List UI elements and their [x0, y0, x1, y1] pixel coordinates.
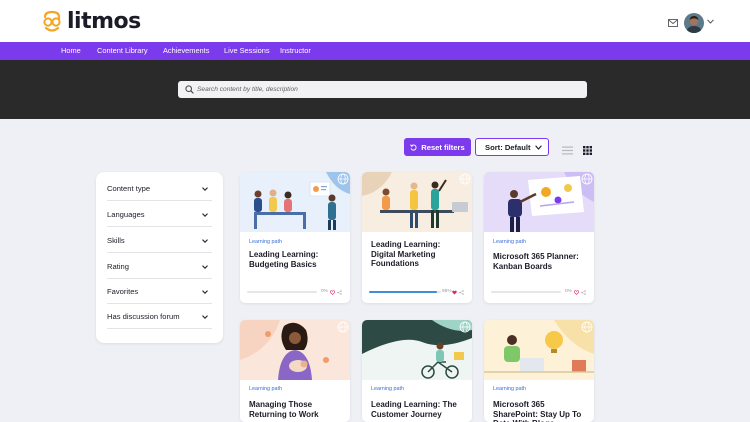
card-title: Leading Learning: Digital Marketing Foun… — [371, 240, 441, 269]
chevron-down-icon — [202, 239, 208, 243]
filter-favorites[interactable]: Favorites — [107, 279, 212, 304]
card-thumbnail — [362, 320, 472, 380]
card-thumbnail — [240, 172, 350, 232]
filter-has-discussion-forum[interactable]: Has discussion forum — [107, 304, 212, 329]
card-title: Microsoft 365 SharePoint: Stay Up To Dat… — [493, 400, 582, 422]
chevron-down-icon — [202, 213, 208, 217]
search-bar — [178, 81, 587, 98]
sort-dropdown[interactable]: Sort: Default — [475, 138, 549, 156]
globe-icon — [581, 173, 593, 185]
top-bar: litmos — [0, 0, 750, 42]
card-title: Leading Learning: Budgeting Basics — [249, 250, 319, 269]
heart-icon[interactable] — [330, 290, 335, 295]
reset-icon — [410, 143, 417, 151]
globe-icon — [459, 321, 471, 333]
nav-item-content-library[interactable]: Content Library — [97, 42, 148, 60]
chevron-down-icon — [535, 145, 542, 150]
list-view-icon[interactable] — [562, 146, 573, 155]
filter-languages[interactable]: Languages — [107, 202, 212, 227]
progress-bar — [247, 291, 317, 293]
progress-text: 0% — [565, 289, 572, 294]
nav-item-achievements[interactable]: Achievements — [163, 42, 209, 60]
search-input[interactable] — [197, 83, 577, 96]
progress-text: 95% — [442, 289, 452, 294]
globe-icon — [581, 321, 593, 333]
grid-view-icon[interactable] — [583, 146, 592, 155]
filter-panel: Content type Languages Skills Rating Fav… — [96, 172, 223, 343]
filter-label: Content type — [107, 184, 151, 193]
card-type: Learning path — [493, 239, 526, 245]
filter-rating[interactable]: Rating — [107, 254, 212, 279]
card-thumbnail — [484, 172, 594, 232]
content-card[interactable]: Learning path Managing Those Returning t… — [240, 320, 350, 422]
nav-item-instructor[interactable]: Instructor — [280, 42, 311, 60]
filter-skills[interactable]: Skills — [107, 228, 212, 253]
reset-filters-label: Reset filters — [421, 142, 465, 152]
share-icon[interactable] — [581, 290, 586, 295]
filter-label: Skills — [107, 236, 125, 245]
heart-icon[interactable] — [574, 290, 579, 295]
card-title: Leading Learning: The Customer Journey — [371, 400, 457, 419]
chevron-down-icon[interactable] — [707, 19, 714, 24]
share-icon[interactable] — [337, 290, 342, 295]
main-nav: Home Content Library Achievements Live S… — [0, 42, 750, 60]
content-card[interactable]: Learning path Microsoft 365 Planner: Kan… — [484, 172, 594, 303]
globe-icon — [337, 321, 349, 333]
card-type: Learning path — [249, 239, 282, 245]
filter-content-type[interactable]: Content type — [107, 176, 212, 201]
logo-icon — [43, 10, 61, 32]
search-icon — [185, 85, 194, 94]
chevron-down-icon — [202, 187, 208, 191]
chevron-down-icon — [202, 265, 208, 269]
filter-label: Languages — [107, 210, 145, 219]
mail-icon[interactable] — [668, 19, 678, 27]
sort-label: Sort: Default — [485, 142, 531, 152]
progress-bar — [491, 291, 561, 293]
card-title: Microsoft 365 Planner: Kanban Boards — [493, 252, 579, 271]
globe-icon — [337, 173, 349, 185]
filter-label: Favorites — [107, 287, 139, 296]
search-banner — [0, 60, 750, 119]
content-card[interactable]: Leading Learning: Digital Marketing Foun… — [362, 172, 472, 303]
brand-name: litmos — [67, 9, 141, 34]
card-type: Learning path — [371, 386, 404, 392]
card-thumbnail — [362, 172, 472, 232]
filter-label: Has discussion forum — [107, 312, 180, 321]
avatar[interactable] — [684, 13, 704, 33]
progress-text: 0% — [321, 289, 328, 294]
card-thumbnail — [240, 320, 350, 380]
reset-filters-button[interactable]: Reset filters — [404, 138, 471, 156]
progress-bar — [369, 291, 441, 293]
content-card[interactable]: Learning path Microsoft 365 SharePoint: … — [484, 320, 594, 422]
content-card[interactable]: Learning path Leading Learning: The Cust… — [362, 320, 472, 422]
card-title: Managing Those Returning to Work — [249, 400, 319, 419]
nav-item-home[interactable]: Home — [61, 42, 81, 60]
nav-item-live-sessions[interactable]: Live Sessions — [224, 42, 270, 60]
chevron-down-icon — [202, 290, 208, 294]
content-card[interactable]: Learning path Leading Learning: Budgetin… — [240, 172, 350, 303]
heart-icon[interactable] — [452, 290, 457, 295]
card-thumbnail — [484, 320, 594, 380]
share-icon[interactable] — [459, 290, 464, 295]
card-type: Learning path — [493, 386, 526, 392]
logo[interactable]: litmos — [40, 9, 141, 34]
chevron-down-icon — [202, 315, 208, 319]
filter-label: Rating — [107, 262, 129, 271]
globe-icon — [459, 173, 471, 185]
card-type: Learning path — [249, 386, 282, 392]
